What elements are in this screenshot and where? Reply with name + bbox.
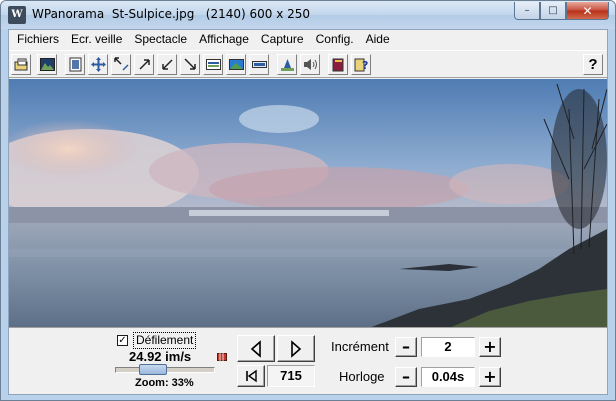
scroll-checkbox-label[interactable]: Défilement [133, 332, 197, 349]
toolbar: ? ? [9, 50, 607, 78]
increment-value[interactable]: 2 [421, 337, 475, 357]
zoom-readout: Zoom: 33% [135, 377, 194, 389]
corner-button[interactable] [180, 54, 200, 75]
next-button[interactable] [277, 335, 315, 362]
maximize-button[interactable]: □ [540, 2, 566, 20]
skip-start-icon [246, 369, 257, 383]
triangle-right-icon [291, 339, 302, 358]
scroll-checkbox[interactable]: ✓ [117, 335, 128, 346]
menu-config[interactable]: Config. [310, 30, 360, 49]
menu-aide[interactable]: Aide [360, 30, 396, 49]
fit-window-icon [69, 57, 81, 72]
previous-button[interactable] [237, 335, 275, 362]
close-button[interactable]: ✕ [566, 2, 609, 20]
minimize-button[interactable]: – [514, 2, 540, 20]
clock-minus-button[interactable]: – [395, 367, 417, 387]
title-bar[interactable]: W WPanorama St-Sulpice.jpg (2140) 600 x … [1, 1, 615, 29]
shrink-button[interactable] [111, 54, 131, 75]
triangle-left-icon [250, 339, 261, 358]
open-file-button[interactable] [11, 54, 31, 75]
panorama-viewer[interactable] [9, 79, 607, 328]
window-title: WPanorama St-Sulpice.jpg (2140) 600 x 25… [32, 7, 311, 21]
panorama-c-button[interactable] [249, 54, 269, 75]
sound-button[interactable] [300, 54, 320, 75]
level-button[interactable] [277, 54, 297, 75]
image-button[interactable] [37, 54, 57, 75]
svg-text:?: ? [362, 59, 368, 72]
panorama-b-icon [228, 59, 244, 70]
clock-plus-button[interactable]: + [479, 367, 501, 387]
move-button[interactable] [88, 54, 108, 75]
menu-affichage[interactable]: Affichage [193, 30, 255, 49]
expand-up-button[interactable] [134, 54, 154, 75]
panorama-c-icon [251, 61, 267, 68]
open-file-icon [14, 58, 27, 71]
corner-icon [183, 58, 196, 70]
expand-down-button[interactable] [157, 54, 177, 75]
increment-label: Incrément [331, 339, 389, 354]
frame-counter: 715 [267, 365, 315, 387]
help-button[interactable]: ? [583, 54, 603, 75]
menu-bar: Fichiers Ecr. veille Spectacle Affichage… [9, 30, 607, 49]
menu-ecran-veille[interactable]: Ecr. veille [65, 30, 128, 49]
caption-buttons: – □ ✕ [514, 2, 609, 20]
panorama-a-button[interactable] [203, 54, 223, 75]
menu-capture[interactable]: Capture [255, 30, 310, 49]
client-area: Fichiers Ecr. veille Spectacle Affichage… [8, 29, 608, 395]
expand-down-icon [161, 59, 173, 70]
menu-fichiers[interactable]: Fichiers [11, 30, 65, 49]
speed-readout: 24.92 im/s [129, 349, 192, 364]
fit-window-button[interactable] [65, 54, 85, 75]
app-logo-icon[interactable]: W [8, 6, 26, 24]
film-icon [217, 353, 227, 361]
increment-plus-button[interactable]: + [479, 337, 501, 357]
panorama-a-icon [205, 59, 221, 70]
panorama-image [9, 79, 607, 327]
level-icon [280, 59, 294, 71]
move-icon [90, 57, 106, 72]
shrink-icon [113, 57, 129, 71]
image-icon [39, 58, 55, 71]
clock-label: Horloge [339, 369, 385, 384]
zoom-slider-thumb[interactable] [138, 364, 167, 375]
increment-minus-button[interactable]: – [395, 337, 417, 357]
control-panel: ✓ Défilement 24.92 im/s Zoom: 33% 715 In… [9, 329, 607, 394]
book-icon [332, 58, 343, 72]
first-frame-button[interactable] [237, 365, 265, 387]
menu-spectacle[interactable]: Spectacle [128, 30, 193, 49]
sound-icon [303, 59, 317, 70]
book-button[interactable] [328, 54, 348, 75]
expand-up-icon [138, 59, 150, 70]
app-window: W WPanorama St-Sulpice.jpg (2140) 600 x … [0, 0, 616, 401]
help-page-button[interactable]: ? [351, 54, 371, 75]
clock-value[interactable]: 0.04s [421, 367, 475, 387]
help-page-icon: ? [354, 58, 368, 72]
panorama-b-button[interactable] [226, 54, 246, 75]
